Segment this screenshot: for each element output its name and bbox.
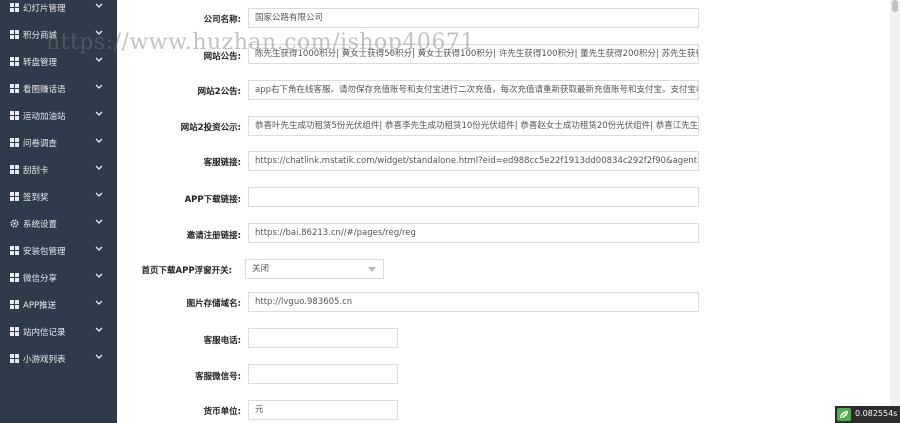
sidebar-item-label: 幻灯片管理 <box>23 4 66 14</box>
sidebar: 幻灯片管理 积分商城 转盘管理 看图赚话语 运动加油站 问卷调查 刮刮卡 签到奖 <box>0 0 117 423</box>
grid-icon <box>10 3 19 12</box>
sidebar-item-label: 运动加油站 <box>23 112 66 122</box>
site2-invest-notice-input[interactable]: 恭喜叶先生成功租赁5份光伏组件| 恭喜李先生成功租赁10份光伏组件| 恭喜赵女士… <box>248 116 699 136</box>
service-link-input[interactable]: https://chatlink.mstatik.com/widget/stan… <box>248 151 699 171</box>
sidebar-item-wechat-share[interactable]: 微信分享 <box>0 265 117 291</box>
sidebar-item-app-push[interactable]: APP推送 <box>0 292 117 318</box>
app-popup-selected: 关闭 <box>252 264 270 274</box>
grid-icon <box>10 327 19 336</box>
sidebar-item-label: 刮刮卡 <box>23 166 49 176</box>
sidebar-item-scratch-card[interactable]: 刮刮卡 <box>0 157 117 183</box>
leaf-logo-icon <box>837 408 851 421</box>
grid-icon <box>10 192 19 201</box>
sidebar-item-label: APP推送 <box>23 301 57 311</box>
grid-icon <box>10 300 19 309</box>
image-domain-input[interactable]: http://lvguo.983605.cn <box>248 292 699 312</box>
chevron-down-icon <box>95 3 103 8</box>
sidebar-item-label: 系统设置 <box>23 220 58 230</box>
sidebar-item-survey[interactable]: 问卷调查 <box>0 130 117 156</box>
sidebar-item-package-manager[interactable]: 安装包管理 <box>0 238 117 264</box>
sidebar-item-label: 转盘管理 <box>23 58 58 68</box>
scrollbar-thumb[interactable] <box>892 0 898 12</box>
invite-link-input[interactable]: https://bai.86213.cn//#/pages/reg/reg <box>248 223 699 243</box>
company-name-input[interactable]: 国家公路有限公司 <box>248 8 699 28</box>
chevron-down-icon <box>95 165 103 170</box>
currency-unit-input[interactable]: 元 <box>248 400 398 420</box>
sidebar-item-sports-station[interactable]: 运动加油站 <box>0 103 117 129</box>
app-popup-label: 首页下载APP浮窗开关: <box>141 266 232 276</box>
chevron-down-icon <box>95 84 103 89</box>
chevron-down-icon <box>95 246 103 251</box>
sidebar-item-checkin-reward[interactable]: 签到奖 <box>0 184 117 210</box>
service-wechat-label: 客服微信号: <box>195 372 241 382</box>
app-download-input[interactable] <box>248 187 699 207</box>
caret-down-icon <box>368 267 376 272</box>
grid-icon <box>10 354 19 363</box>
sidebar-item-message-log[interactable]: 站内信记录 <box>0 319 117 345</box>
scrollbar[interactable] <box>890 0 900 423</box>
watermark: https://www.huzhan.com/ishop40671 <box>46 30 475 55</box>
grid-icon <box>10 57 19 66</box>
service-phone-label: 客服电话: <box>203 336 241 346</box>
gear-icon <box>10 219 19 228</box>
chevron-down-icon <box>95 219 103 224</box>
site2-notice-input[interactable]: app右下角在线客服。请勿保存充值账号和支付宝进行二次充值，每次充值请重新获取最… <box>248 80 699 100</box>
chevron-down-icon <box>95 57 103 62</box>
grid-icon <box>10 273 19 282</box>
grid-icon <box>10 246 19 255</box>
chevron-down-icon <box>95 300 103 305</box>
sidebar-item-slideshow[interactable]: 幻灯片管理 <box>0 0 117 21</box>
sidebar-item-label: 安装包管理 <box>23 247 66 257</box>
site2-notice-label: 网站2公告: <box>197 87 241 97</box>
sidebar-item-label: 签到奖 <box>23 193 49 203</box>
chevron-down-icon <box>95 138 103 143</box>
site2-invest-notice-label: 网站2投资公示: <box>180 123 241 133</box>
company-name-label: 公司名称: <box>203 15 241 25</box>
service-link-label: 客服链接: <box>203 158 241 168</box>
chevron-down-icon <box>95 273 103 278</box>
sidebar-item-label: 微信分享 <box>23 274 58 284</box>
service-phone-input[interactable] <box>248 328 398 348</box>
sidebar-item-label: 看图赚话语 <box>23 85 66 95</box>
timer-value: 0.082554s <box>855 409 898 418</box>
invite-link-label: 邀请注册链接: <box>186 231 241 241</box>
sidebar-item-label: 小游戏列表 <box>23 355 66 365</box>
chevron-down-icon <box>95 354 103 359</box>
service-wechat-input[interactable] <box>248 364 398 384</box>
sidebar-item-label: 站内信记录 <box>23 328 66 338</box>
grid-icon <box>10 30 19 39</box>
chevron-down-icon <box>95 192 103 197</box>
chevron-down-icon <box>95 111 103 116</box>
sidebar-item-picture-quiz[interactable]: 看图赚话语 <box>0 76 117 102</box>
grid-icon <box>10 138 19 147</box>
grid-icon <box>10 111 19 120</box>
grid-icon <box>10 84 19 93</box>
app-download-label: APP下载链接: <box>184 195 241 205</box>
sidebar-item-label: 问卷调查 <box>23 139 58 149</box>
grid-icon <box>10 165 19 174</box>
debug-timer-badge: 0.082554s <box>835 406 900 423</box>
app-popup-select[interactable]: 关闭 <box>245 259 384 279</box>
sidebar-item-mini-games[interactable]: 小游戏列表 <box>0 346 117 372</box>
currency-unit-label: 货币单位: <box>203 407 241 417</box>
sidebar-item-system-settings[interactable]: 系统设置 <box>0 211 117 237</box>
chevron-down-icon <box>95 327 103 332</box>
image-domain-label: 图片存储域名: <box>186 299 241 309</box>
